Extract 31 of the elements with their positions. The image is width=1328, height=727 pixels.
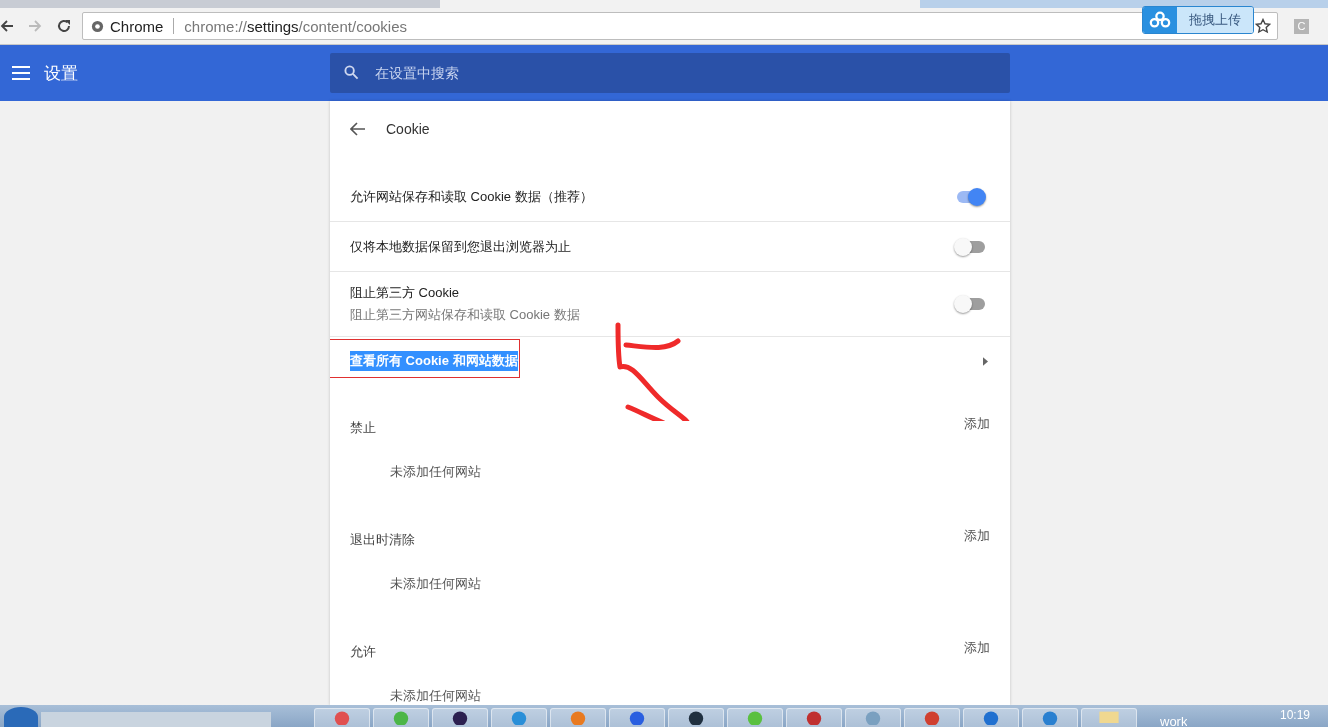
empty-list-text: 未添加任何网站	[389, 463, 482, 481]
section-title: 退出时清除	[350, 531, 415, 549]
setting-label: 允许网站保存和读取 Cookie 数据（推荐）	[350, 187, 593, 206]
settings-title: 设置	[44, 62, 78, 85]
setting-label: 阻止第三方 Cookie	[350, 284, 461, 302]
clock-time: 10:19	[1279, 708, 1310, 722]
back-icon[interactable]	[0, 19, 14, 33]
site-origin: Chrome	[110, 17, 164, 35]
add-button[interactable]: 添加	[964, 639, 990, 657]
section-title: 禁止	[350, 419, 376, 437]
add-button[interactable]: 添加	[964, 527, 990, 545]
url-text: chrome://settings/content/cookies	[184, 17, 407, 35]
setting-description: 阻止第三方网站保存和读取 Cookie 数据	[350, 306, 580, 324]
menu-icon[interactable]	[12, 66, 30, 80]
reload-icon[interactable]	[56, 18, 72, 34]
star-icon[interactable]	[1255, 18, 1271, 34]
page-title: Cookie	[386, 121, 430, 137]
search-icon	[344, 65, 359, 80]
empty-list-text: 未添加任何网站	[389, 575, 482, 593]
taskbar-button[interactable]	[432, 708, 488, 727]
upload-extension-button[interactable]: 拖拽上传	[1142, 6, 1254, 34]
setting-label: 仅将本地数据保留到您退出浏览器为止	[350, 237, 571, 256]
chevron-right-icon[interactable]	[983, 356, 988, 366]
taskbar-button[interactable]	[668, 708, 724, 727]
empty-list-text: 未添加任何网站	[389, 687, 482, 705]
section-title: 允许	[350, 643, 376, 661]
add-button[interactable]: 添加	[964, 415, 990, 433]
search-field[interactable]: 在设置中搜索	[330, 53, 1010, 93]
start-button[interactable]	[4, 707, 38, 727]
back-arrow-icon[interactable]	[350, 122, 366, 136]
taskbar-search-field[interactable]	[41, 712, 271, 727]
